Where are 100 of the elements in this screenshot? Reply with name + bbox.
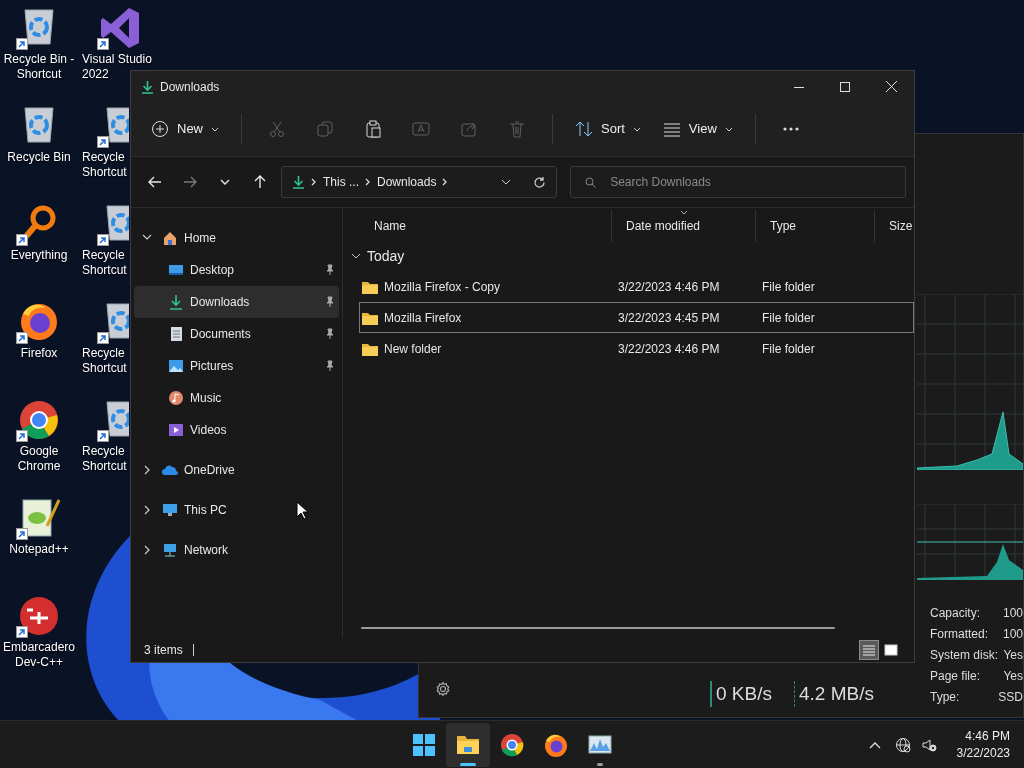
- sidebar-item[interactable]: This PC: [134, 494, 339, 526]
- clock-time[interactable]: 4:46 PM: [965, 727, 1010, 745]
- pin-icon: [324, 360, 336, 372]
- desktop-icon-label[interactable]: Embarcadero Dev-C++: [2, 640, 75, 670]
- video-icon: [168, 422, 184, 438]
- house-icon: [162, 230, 178, 246]
- file-explorer-taskbar-icon[interactable]: [446, 723, 490, 767]
- desktop-icon-label[interactable]: Recycle Shortcut: [82, 444, 127, 474]
- property-value: SSD: [998, 689, 1023, 706]
- desktop-icon-label[interactable]: Everything: [10, 248, 68, 263]
- picture-icon: [168, 358, 184, 374]
- sidebar-item[interactable]: Documents: [134, 318, 339, 350]
- settings-icon[interactable]: [435, 681, 451, 697]
- chevron-down-icon[interactable]: [501, 179, 512, 185]
- tile-icon: [884, 643, 898, 657]
- group-heading[interactable]: Today: [367, 245, 405, 267]
- logo-icon[interactable]: [17, 594, 61, 638]
- sidebar-item[interactable]: Videos: [134, 414, 339, 446]
- maximize-icon: [840, 81, 850, 92]
- folder-icon: [362, 341, 378, 356]
- column-header[interactable]: Size: [874, 210, 914, 242]
- breadcrumb[interactable]: Downloads: [377, 173, 437, 191]
- property-label: Capacity:: [930, 605, 982, 622]
- file-type: File folder: [762, 309, 815, 327]
- sidebar-item[interactable]: Music: [134, 382, 339, 414]
- sidebar-item[interactable]: Pictures: [134, 350, 339, 382]
- chevron-right-icon[interactable]: [142, 545, 152, 555]
- item-count: 3 items: [144, 642, 183, 659]
- write-speed-value: 4.2 MB/s: [794, 681, 874, 707]
- sort-indicator-icon: [680, 210, 688, 215]
- folder-icon: [362, 310, 378, 325]
- muted-speaker-icon[interactable]: [920, 736, 937, 753]
- desktop-icon-label[interactable]: Recycle Shortcut: [82, 150, 127, 180]
- caret-icon: [632, 126, 641, 132]
- desktop-icon-label[interactable]: Firefox: [20, 346, 58, 361]
- property-value: Yes: [1003, 647, 1023, 664]
- date-modified: 3/22/2023 4:45 PM: [618, 309, 721, 327]
- address-bar[interactable]: This ... Downloads: [281, 166, 558, 198]
- clock-date[interactable]: 3/22/2023: [956, 744, 1010, 762]
- download-icon: [168, 294, 184, 310]
- horizontal-scrollbar[interactable]: [361, 627, 835, 630]
- download-icon: [141, 79, 154, 94]
- desktop-icon-label[interactable]: Recycle Shortcut: [82, 248, 127, 278]
- refresh-icon[interactable]: [533, 175, 547, 189]
- chevron-right-icon[interactable]: [142, 505, 152, 515]
- desktop-icon-label[interactable]: Notepad++: [9, 542, 69, 557]
- file-row[interactable]: Mozilla Firefox 3/22/2023 4:45 PM File folder: [359, 302, 914, 333]
- search-field[interactable]: Search Downloads: [570, 166, 906, 198]
- desktop-icon-label[interactable]: Recycle Shortcut: [82, 346, 127, 376]
- caret-icon: [211, 126, 219, 132]
- pin-icon: [324, 264, 336, 276]
- caret-icon: [724, 126, 733, 132]
- file-row[interactable]: Mozilla Firefox - Copy 3/22/2023 4:46 PM File folder: [359, 271, 914, 302]
- network-icon: [162, 542, 178, 558]
- breadcrumb[interactable]: This ...: [323, 173, 359, 191]
- file-type: File folder: [762, 340, 815, 358]
- pin-icon: [324, 296, 336, 308]
- column-header[interactable]: Type: [755, 210, 875, 242]
- chevron-right-icon: [311, 178, 317, 186]
- close-icon: [885, 81, 897, 92]
- file-name: New folder: [384, 340, 443, 358]
- arrow-left-icon: [146, 174, 163, 190]
- start-logo-icon: [410, 731, 438, 759]
- sidebar-item[interactable]: Home: [134, 222, 339, 254]
- column-header[interactable]: Name: [360, 210, 612, 242]
- date-modified: 3/22/2023 4:46 PM: [618, 278, 721, 296]
- chrome-icon[interactable]: [17, 398, 61, 442]
- chevron-down-icon[interactable]: [351, 253, 361, 259]
- column-header[interactable]: Date modified: [611, 210, 756, 242]
- file-type: File folder: [762, 278, 815, 296]
- chevron-right-icon[interactable]: [442, 178, 449, 186]
- read-speed-value: 0 KB/s: [710, 681, 772, 707]
- property-label: Type:: [930, 689, 961, 706]
- desktop-icon-label[interactable]: Recycle Bin: [7, 150, 71, 165]
- property-label: System disk:: [930, 647, 999, 664]
- chrome-icon: [498, 731, 526, 759]
- property-label: Page file:: [930, 668, 982, 685]
- window-title: Downloads: [160, 78, 220, 96]
- sidebar-item[interactable]: Downloads: [134, 286, 339, 318]
- desktop-icon-label[interactable]: Recycle Bin - Shortcut: [3, 52, 75, 82]
- desktop-icon-label[interactable]: Google Chrome: [17, 444, 61, 474]
- mouse-cursor-icon: [296, 501, 308, 520]
- file-name: Mozilla Firefox - Copy: [384, 278, 502, 296]
- arrow-right-icon: [181, 174, 198, 190]
- sidebar-item[interactable]: Desktop: [134, 254, 339, 286]
- view-button[interactable]: View: [654, 110, 741, 148]
- desktop-icon-label[interactable]: Visual Studio 2022: [82, 52, 152, 82]
- sort-button[interactable]: Sort: [567, 110, 649, 148]
- chevron-right-icon: [365, 178, 371, 186]
- new-button[interactable]: New: [143, 110, 227, 148]
- pin-icon: [324, 328, 336, 340]
- sidebar-item[interactable]: OneDrive: [134, 454, 339, 486]
- chevron-right-icon[interactable]: [142, 465, 152, 475]
- globe-icon[interactable]: [894, 736, 911, 753]
- sidebar-item[interactable]: Network: [134, 534, 339, 566]
- property-value: Yes: [1003, 668, 1023, 685]
- computer-icon: [162, 502, 178, 518]
- chevron-up-icon[interactable]: [868, 740, 881, 749]
- file-row[interactable]: New folder 3/22/2023 4:46 PM File folder: [359, 333, 914, 364]
- property-value: 100: [1002, 626, 1023, 643]
